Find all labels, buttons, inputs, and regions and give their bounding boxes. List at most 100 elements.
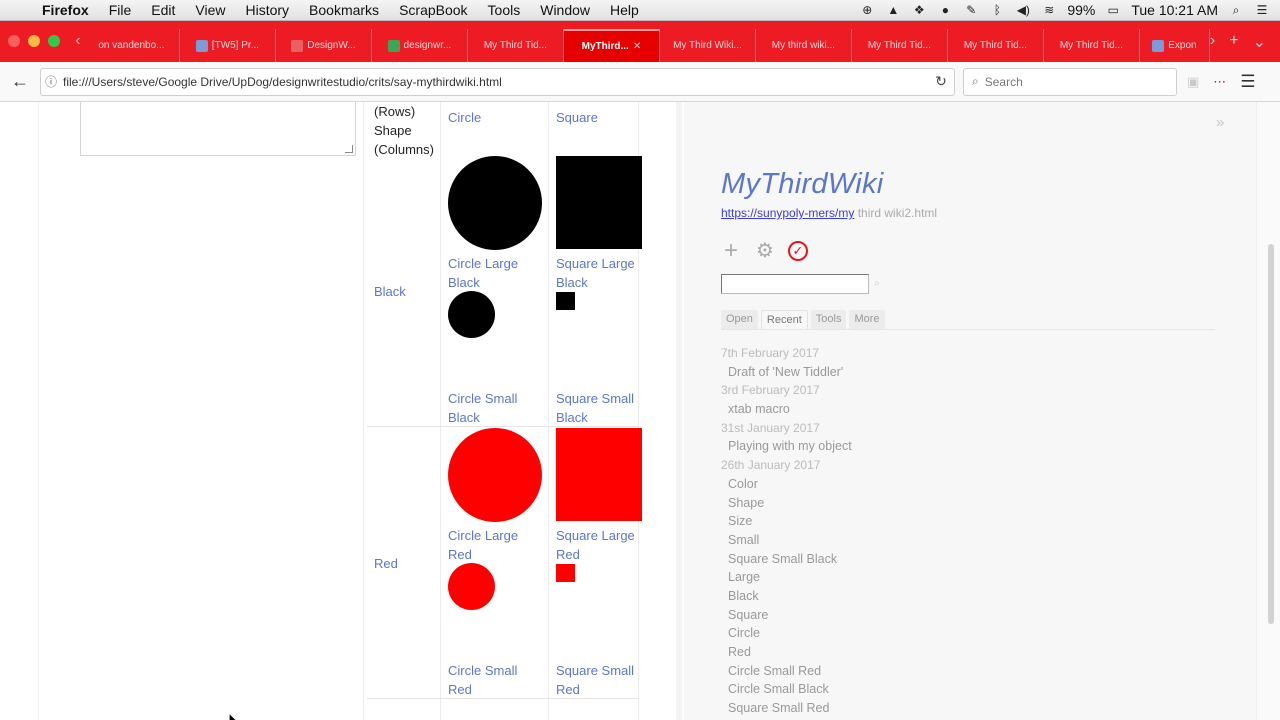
- hamburger-menu-icon[interactable]: ☰: [1240, 72, 1255, 92]
- url-text[interactable]: file:///Users/steve/Google Drive/UpDog/d…: [63, 75, 928, 89]
- new-tab-icon[interactable]: +: [1229, 32, 1238, 52]
- link-circle-small-red[interactable]: Circle Small Red: [448, 661, 544, 699]
- recent-item[interactable]: Circle Small Red: [721, 662, 1121, 681]
- tab-open[interactable]: Open: [721, 310, 758, 329]
- row-label-black[interactable]: Black: [374, 282, 406, 301]
- recent-item[interactable]: Draft of 'New Tiddler': [721, 363, 1121, 382]
- browser-tab[interactable]: DesignW...: [276, 29, 372, 62]
- wiki-search-input[interactable]: [721, 274, 869, 294]
- record-icon[interactable]: ●: [937, 3, 953, 17]
- recent-item[interactable]: Size: [721, 512, 1121, 531]
- recent-item[interactable]: xtab macro: [721, 400, 1121, 419]
- recent-item[interactable]: Square Small Black: [721, 550, 1121, 569]
- table-divider: [548, 102, 549, 720]
- browser-tab[interactable]: [TW5] Pr...: [180, 29, 276, 62]
- browser-tab[interactable]: My Third Wiki...: [660, 29, 756, 62]
- new-tiddler-plus-icon[interactable]: +: [720, 238, 742, 263]
- url-bar[interactable]: ⓘ file:///Users/steve/Google Drive/UpDog…: [40, 67, 955, 96]
- notification-center-icon[interactable]: ☰: [1254, 3, 1270, 17]
- wrench-icon[interactable]: ✎: [963, 3, 979, 17]
- browser-tab[interactable]: My Third Tid...: [852, 29, 948, 62]
- browser-tab[interactable]: My Third Tid...: [1044, 29, 1140, 62]
- link-circle-large-red[interactable]: Circle Large Red: [448, 526, 544, 564]
- save-wiki-check-icon[interactable]: ✓: [788, 240, 808, 261]
- browser-tab[interactable]: My Third Tid...: [948, 29, 1044, 62]
- extension-icon[interactable]: ▣: [1187, 74, 1199, 90]
- story-river-scrollbar[interactable]: [676, 102, 682, 720]
- row-label-red[interactable]: Red: [374, 554, 398, 573]
- menu-view[interactable]: View: [185, 2, 235, 18]
- menu-tools[interactable]: Tools: [478, 2, 531, 18]
- battery-icon[interactable]: ▭: [1105, 3, 1121, 17]
- site-subtitle-link[interactable]: https://sunypoly-mers/my: [721, 206, 854, 220]
- spotlight-search-icon[interactable]: ⌕: [1228, 3, 1244, 17]
- link-square-large-black[interactable]: Square Large Black: [556, 254, 646, 292]
- menu-app-firefox[interactable]: Firefox: [36, 2, 99, 18]
- menu-help[interactable]: Help: [600, 2, 649, 18]
- tab-list-dropdown-icon[interactable]: ⌄: [1253, 32, 1266, 52]
- page-scrollbar[interactable]: [1256, 102, 1280, 720]
- hide-sidebar-chevron-icon[interactable]: »: [1216, 114, 1224, 131]
- bluetooth-icon[interactable]: ᛒ: [989, 3, 1005, 17]
- recent-item[interactable]: Shape: [721, 494, 1121, 513]
- column-header-circle[interactable]: Circle: [448, 108, 481, 127]
- link-circle-large-black[interactable]: Circle Large Black: [448, 254, 544, 292]
- wifi-icon[interactable]: ≋: [1041, 3, 1057, 17]
- close-tab-icon[interactable]: ✕: [633, 41, 641, 52]
- link-circle-small-black[interactable]: Circle Small Black: [448, 389, 544, 427]
- browser-tab[interactable]: My Third Tid...: [468, 29, 564, 62]
- tab-label: designwr...: [403, 40, 452, 51]
- minimize-window-button[interactable]: [28, 35, 40, 47]
- tab-more[interactable]: More: [849, 310, 885, 329]
- recent-item[interactable]: Square Small Red: [721, 699, 1121, 718]
- menu-file[interactable]: File: [99, 2, 142, 18]
- tab-scroll-left-icon[interactable]: ‹: [72, 32, 84, 62]
- browser-tab[interactable]: Expon: [1140, 29, 1210, 62]
- recent-item[interactable]: Square: [721, 606, 1121, 625]
- menu-window[interactable]: Window: [530, 2, 600, 18]
- browser-tab[interactable]: on vandenbo...: [84, 29, 180, 62]
- link-square-small-red[interactable]: Square Small Red: [556, 661, 646, 699]
- recent-item[interactable]: Large: [721, 568, 1121, 587]
- resize-grip-icon[interactable]: [345, 145, 353, 153]
- menu-history[interactable]: History: [235, 2, 299, 18]
- browser-tab[interactable]: My third wiki...: [756, 29, 852, 62]
- tab-tools[interactable]: Tools: [810, 310, 847, 329]
- tab-recent[interactable]: Recent: [760, 310, 808, 329]
- search-box[interactable]: ⌕ Search: [963, 67, 1177, 96]
- recent-item[interactable]: Playing with my object: [721, 437, 1121, 456]
- recent-item[interactable]: Color: [721, 475, 1121, 494]
- text-editor-area[interactable]: [80, 102, 356, 156]
- tab-strip: ‹ on vandenbo... [TW5] Pr... DesignW... …: [0, 21, 1280, 62]
- scrollbar-thumb[interactable]: [1268, 244, 1274, 624]
- recent-item[interactable]: Circle Small Black: [721, 680, 1121, 699]
- menu-bookmarks[interactable]: Bookmarks: [299, 2, 389, 18]
- dropbox-icon[interactable]: ❖: [911, 3, 927, 17]
- menu-scrapbook[interactable]: ScrapBook: [389, 2, 477, 18]
- volume-icon[interactable]: ◀): [1015, 3, 1031, 17]
- info-icon[interactable]: ⓘ: [45, 73, 63, 90]
- wiki-search-icon[interactable]: ⌕: [874, 278, 880, 289]
- link-square-large-red[interactable]: Square Large Red: [556, 526, 646, 564]
- column-header-square[interactable]: Square: [556, 108, 598, 127]
- recent-item[interactable]: Red: [721, 643, 1121, 662]
- target-icon[interactable]: ⊕: [859, 3, 875, 17]
- control-panel-gear-icon[interactable]: ⚙: [754, 238, 776, 263]
- recent-item[interactable]: Small: [721, 531, 1121, 550]
- battery-percent[interactable]: 99%: [1067, 2, 1095, 18]
- browser-tab[interactable]: designwr...: [372, 29, 468, 62]
- back-arrow-icon[interactable]: ←: [0, 71, 40, 92]
- recent-item[interactable]: Circle: [721, 624, 1121, 643]
- browser-tab-active[interactable]: MyThird... ✕: [563, 29, 660, 62]
- link-square-small-black[interactable]: Square Small Black: [556, 389, 646, 427]
- zoom-window-button[interactable]: [48, 35, 60, 47]
- more-tools-icon[interactable]: ⋯: [1213, 74, 1226, 90]
- close-window-button[interactable]: [8, 35, 20, 47]
- menu-edit[interactable]: Edit: [141, 2, 185, 18]
- recent-item[interactable]: Black: [721, 587, 1121, 606]
- drive-icon[interactable]: ▲: [885, 3, 901, 17]
- tab-scroll-right-icon[interactable]: ›: [1210, 32, 1215, 52]
- tab-list: on vandenbo... [TW5] Pr... DesignW... de…: [84, 29, 1210, 62]
- clock[interactable]: Tue 10:21 AM: [1131, 2, 1218, 18]
- reload-icon[interactable]: ↻: [928, 73, 954, 90]
